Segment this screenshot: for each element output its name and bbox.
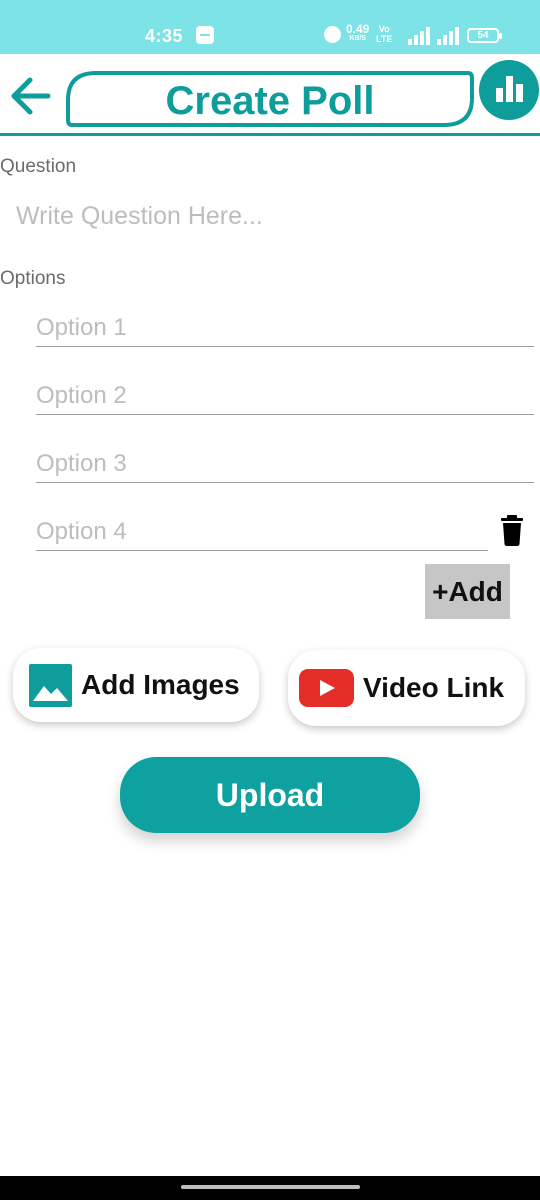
home-indicator[interactable] — [181, 1185, 360, 1189]
status-time: 4:35 — [145, 26, 184, 46]
question-label: Question — [0, 156, 77, 177]
option-3-input[interactable] — [36, 443, 534, 483]
network-speed: 0.49 KB/S — [346, 23, 369, 43]
image-icon — [29, 663, 72, 707]
options-label: Options — [0, 268, 66, 289]
add-images-button[interactable]: Add Images — [13, 648, 259, 722]
page-title: Create Poll — [165, 79, 375, 123]
header-divider — [0, 133, 540, 136]
add-images-label: Add Images — [81, 669, 240, 700]
status-bar: 4:35 0.49 KB/S Vo LTE 54 — [0, 0, 540, 54]
app-header: Create Poll — [0, 54, 540, 138]
arrow-left-icon[interactable] — [8, 74, 54, 118]
option-1-input[interactable] — [36, 307, 534, 347]
alarm-icon — [324, 26, 341, 43]
message-icon — [196, 26, 214, 44]
trash-icon[interactable] — [500, 514, 524, 546]
battery-icon: 54 — [467, 28, 502, 43]
signal-icon — [437, 27, 463, 45]
signal-4g-icon — [408, 27, 434, 45]
bar-chart-icon[interactable] — [479, 60, 539, 120]
option-4-input[interactable] — [36, 511, 488, 551]
volte-indicator: Vo LTE — [376, 24, 392, 44]
volte-top: Vo — [378, 24, 390, 34]
network-speed-unit: KB/S — [349, 35, 367, 42]
video-link-button[interactable]: Video Link — [288, 650, 525, 726]
volte-bottom: LTE — [376, 34, 393, 44]
question-input[interactable] — [16, 198, 526, 234]
upload-button[interactable]: Upload — [120, 757, 420, 833]
video-link-label: Video Link — [363, 672, 505, 703]
option-2-input[interactable] — [36, 375, 534, 415]
system-nav-bar — [0, 1176, 540, 1200]
youtube-icon — [299, 669, 354, 707]
add-option-button[interactable]: +Add — [425, 564, 510, 619]
